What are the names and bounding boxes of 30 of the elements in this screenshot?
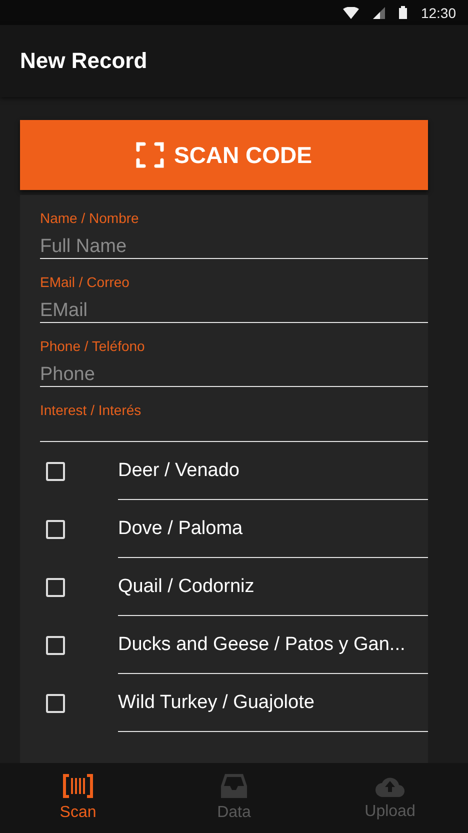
signal-icon xyxy=(372,6,385,18)
nav-tab[interactable]: Data xyxy=(156,763,312,833)
option-label: Quail / Codorniz xyxy=(118,558,428,616)
checkbox[interactable] xyxy=(46,520,65,538)
inbox-icon xyxy=(221,774,247,798)
input-field[interactable]: EMail xyxy=(40,300,428,322)
checkbox[interactable] xyxy=(46,462,65,480)
checkbox[interactable] xyxy=(46,694,65,712)
scan-frame-icon xyxy=(136,142,164,168)
barcode-icon xyxy=(63,774,93,798)
option-label: Dove / Paloma xyxy=(118,500,428,558)
scan-code-button[interactable]: SCAN CODE xyxy=(20,120,428,190)
checkbox[interactable] xyxy=(46,636,65,654)
battery-icon xyxy=(398,6,407,19)
field-label: Interest / Interés xyxy=(40,402,142,418)
checkbox[interactable] xyxy=(46,578,65,596)
input-field[interactable]: Phone xyxy=(40,364,428,386)
option-label: Ducks and Geese / Patos y Gan... xyxy=(118,616,428,674)
nav-tab[interactable]: Upload xyxy=(312,763,468,833)
cloud-upload-icon xyxy=(375,775,405,797)
nav-tab[interactable]: Scan xyxy=(0,763,156,833)
app-title: New Record xyxy=(20,48,148,74)
field-label: EMail / Correo xyxy=(40,274,130,290)
field-label: Name / Nombre xyxy=(40,210,140,226)
status-time: 12:30 xyxy=(420,4,456,20)
field-label: Phone / Teléfono xyxy=(40,338,146,354)
input-field[interactable]: Full Name xyxy=(40,236,428,258)
option-label: Wild Turkey / Guajolote xyxy=(118,674,428,732)
option-label: Deer / Venado xyxy=(118,442,428,500)
wifi-icon xyxy=(342,6,359,18)
